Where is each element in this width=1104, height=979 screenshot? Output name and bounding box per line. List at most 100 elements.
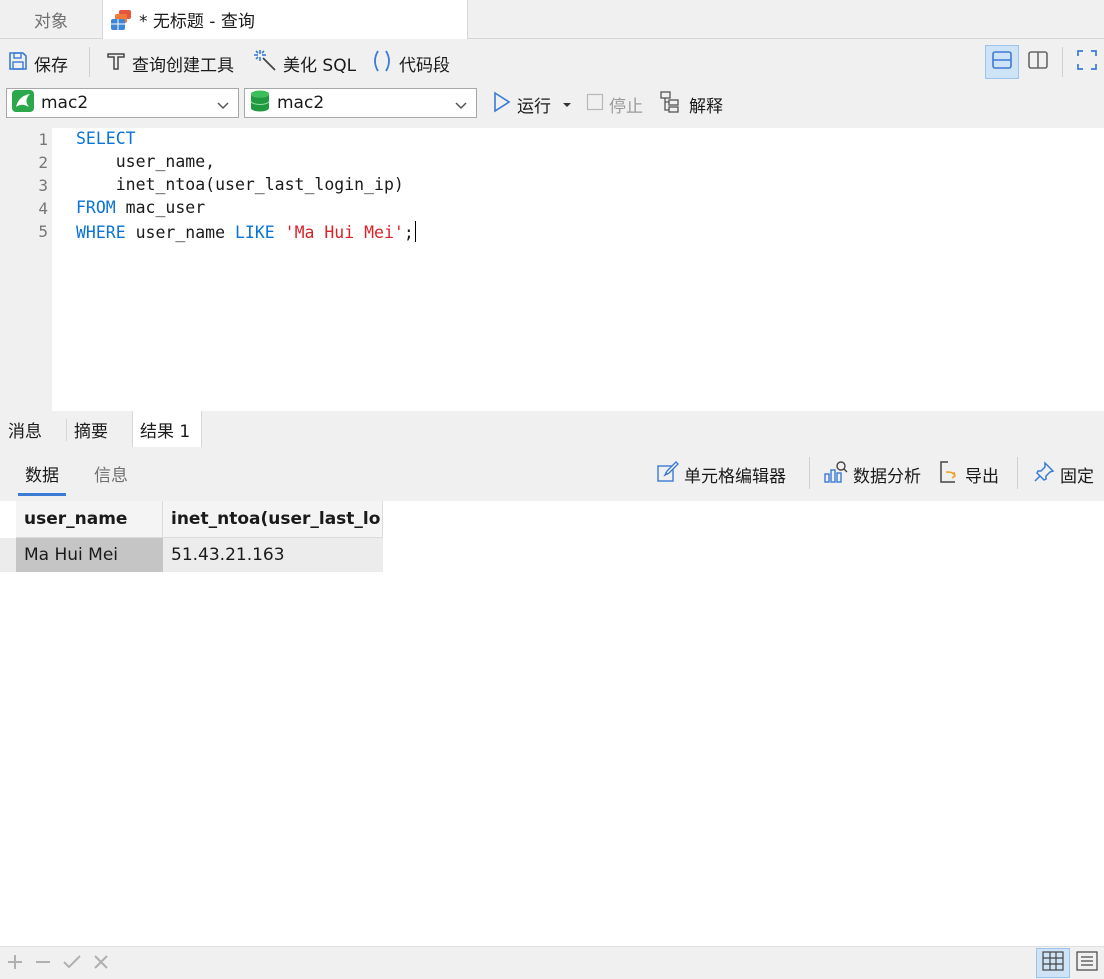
query-builder-label: 查询创建工具 — [132, 55, 234, 76]
line-number: 2 — [38, 153, 48, 172]
export-icon — [938, 460, 960, 489]
apply-check-icon[interactable] — [62, 953, 82, 976]
analysis-chart-icon — [824, 460, 848, 489]
code-line: inet_ntoa(user_last_login_ip) — [76, 175, 404, 194]
form-view-toggle[interactable] — [1072, 948, 1102, 978]
query-builder-icon — [105, 50, 127, 77]
data-analysis-label: 数据分析 — [853, 466, 921, 487]
sql-keyword: WHERE — [76, 223, 126, 242]
data-analysis-button[interactable]: 数据分析 — [824, 457, 921, 491]
toolbar-divider — [809, 457, 810, 489]
cell-editor-label: 单元格编辑器 — [684, 466, 786, 487]
row-header-corner — [0, 501, 16, 537]
database-icon — [249, 89, 271, 118]
parentheses-icon — [370, 49, 394, 78]
subtab-info[interactable]: 信息 — [94, 461, 128, 493]
explain-icon — [660, 90, 684, 119]
save-button[interactable]: 保存 — [7, 39, 68, 87]
database-select[interactable]: mac2 — [244, 88, 477, 118]
text-caret — [414, 221, 416, 242]
sql-text: ; — [403, 223, 414, 242]
tab-divider — [66, 419, 67, 441]
toolbar-divider — [89, 47, 90, 77]
table-cell[interactable]: 51.43.21.163 — [163, 538, 383, 572]
result-subbar: 数据 信息 单元格编辑器 数据分析 导出 固定 — [0, 447, 1104, 501]
grid-view-icon — [1042, 950, 1064, 976]
discard-x-icon[interactable] — [92, 953, 110, 976]
tab-query[interactable]: * 无标题 - 查询 — [102, 0, 468, 39]
chevron-down-icon — [216, 97, 230, 117]
cell-editor-button[interactable]: 单元格编辑器 — [657, 457, 786, 491]
code-line: SELECT — [76, 129, 136, 148]
line-number: 3 — [38, 176, 48, 195]
table-cell[interactable]: Ma Hui Mei — [16, 538, 163, 572]
split-vertical-toggle[interactable] — [1021, 45, 1055, 79]
stop-icon — [586, 93, 604, 116]
chevron-down-icon — [454, 97, 468, 117]
code-snippet-label: 代码段 — [399, 55, 450, 76]
subtab-info-label: 信息 — [94, 466, 128, 486]
sql-keyword: LIKE — [234, 223, 275, 242]
subtab-data-label: 数据 — [25, 466, 59, 486]
tab-result-1[interactable]: 结果 1 — [132, 411, 202, 448]
run-label: 运行 — [517, 96, 551, 117]
cell-value: Ma Hui Mei — [24, 545, 119, 565]
connection-name: mac2 — [41, 93, 89, 113]
sql-keyword: FROM — [76, 198, 116, 217]
run-button[interactable]: 运行 — [492, 87, 572, 121]
beautify-sql-button[interactable]: 美化 SQL — [254, 39, 356, 87]
database-name: mac2 — [277, 93, 325, 113]
code-line: user_name, — [76, 152, 215, 171]
query-tab-icon — [109, 8, 135, 32]
add-record-icon[interactable] — [6, 953, 24, 976]
sql-text: user_name, — [76, 152, 216, 171]
sql-editor[interactable]: SELECT user_name, inet_ntoa(user_last_lo… — [52, 128, 1104, 411]
pencil-icon — [657, 460, 679, 488]
magic-wand-icon — [254, 49, 278, 78]
sql-keyword: SELECT — [76, 129, 136, 148]
code-line: FROM mac_user — [76, 198, 205, 217]
export-button[interactable]: 导出 — [938, 457, 999, 491]
explain-label: 解释 — [689, 96, 723, 117]
split-vertical-icon — [1027, 49, 1049, 76]
tab-summary[interactable]: 摘要 — [74, 411, 108, 447]
grid-view-toggle[interactable] — [1036, 948, 1070, 978]
code-line: WHERE user_name LIKE 'Ma Hui Mei'; — [76, 221, 416, 242]
cell-value: 51.43.21.163 — [171, 545, 285, 565]
column-header-user-name[interactable]: user_name — [16, 501, 163, 538]
code-snippet-button[interactable]: 代码段 — [370, 39, 450, 87]
tab-bar: 对象 * 无标题 - 查询 — [0, 0, 1104, 39]
subtab-data[interactable]: 数据 — [18, 461, 66, 496]
column-header-label: inet_ntoa(user_last_lo — [171, 509, 381, 529]
stop-label: 停止 — [609, 96, 643, 117]
pin-button[interactable]: 固定 — [1033, 457, 1094, 491]
toolbar-divider — [1062, 47, 1063, 77]
play-icon — [492, 91, 512, 118]
delete-record-icon[interactable] — [34, 953, 52, 976]
explain-button[interactable]: 解释 — [660, 87, 723, 121]
caret-down-icon[interactable] — [562, 94, 572, 114]
column-header-ip[interactable]: inet_ntoa(user_last_lo — [163, 501, 383, 538]
split-horizontal-toggle[interactable] — [985, 45, 1019, 79]
split-horizontal-icon — [991, 49, 1013, 76]
line-number: 5 — [38, 222, 48, 241]
row-header[interactable] — [0, 538, 16, 572]
tab-query-label: * 无标题 - 查询 — [139, 12, 255, 32]
line-number: 4 — [38, 199, 48, 218]
connection-bar: mac2 mac2 运行 停止 解释 — [0, 87, 1104, 128]
connection-select[interactable]: mac2 — [6, 88, 239, 118]
pin-label: 固定 — [1060, 466, 1094, 487]
line-number: 1 — [38, 130, 48, 149]
tab-objects-label: 对象 — [34, 11, 68, 32]
tab-result-1-label: 结果 1 — [140, 422, 191, 442]
query-builder-button[interactable]: 查询创建工具 — [105, 39, 234, 87]
sql-text: mac_user — [115, 198, 206, 217]
tab-messages[interactable]: 消息 — [8, 411, 42, 447]
toolbar-divider — [1017, 457, 1018, 489]
line-number-gutter: 1 2 3 4 5 — [0, 128, 52, 411]
save-icon — [7, 50, 29, 77]
stop-button[interactable]: 停止 — [586, 87, 643, 121]
tab-objects[interactable]: 对象 — [0, 0, 102, 38]
fullscreen-button[interactable] — [1072, 45, 1102, 79]
